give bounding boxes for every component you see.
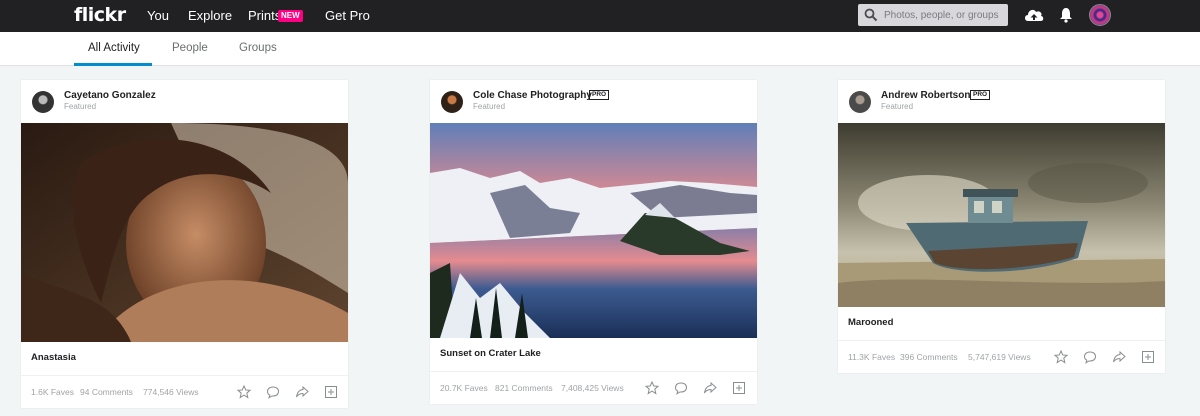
views-count: 5,747,619 Views [968,352,1031,362]
activity-card: Andrew Robertson PRO Featured Marooned 1… [838,80,1165,373]
activity-card: Cayetano Gonzalez Featured Anastasia 1.6… [21,80,348,408]
nav-link-prints[interactable]: Prints [248,8,281,23]
add-to-gallery-icon[interactable] [732,381,746,395]
card-header: Andrew Robertson PRO Featured [838,80,1165,123]
tab-all-activity[interactable]: All Activity [88,42,140,54]
nav-link-you[interactable]: You [147,8,169,23]
card-header: Cole Chase Photography PRO Featured [430,80,757,123]
tab-groups[interactable]: Groups [239,42,277,54]
active-tab-indicator [74,63,152,66]
share-icon[interactable] [1112,350,1126,364]
nav-link-explore[interactable]: Explore [188,8,232,23]
featured-label: Featured [473,102,506,111]
comment-icon[interactable] [1083,350,1097,364]
card-header: Cayetano Gonzalez Featured [21,80,348,123]
card-footer: 1.6K Faves 94 Comments 774,546 Views [21,375,348,408]
faves-count[interactable]: 20.7K Faves [440,383,488,393]
author-avatar[interactable] [441,91,463,113]
activity-subnav: All Activity People Groups [0,32,1200,66]
fave-star-icon[interactable] [645,381,659,395]
search-box[interactable] [858,4,1008,26]
pro-badge: PRO [589,90,610,100]
search-input[interactable] [884,7,1004,23]
author-name[interactable]: Andrew Robertson [881,90,970,101]
author-avatar[interactable] [32,91,54,113]
photo[interactable] [21,123,348,342]
faves-count[interactable]: 1.6K Faves [31,387,74,397]
photo-title[interactable]: Marooned [838,307,1165,340]
nav-link-get-pro[interactable]: Get Pro [325,8,370,23]
add-to-gallery-icon[interactable] [1141,350,1155,364]
fave-star-icon[interactable] [237,385,251,399]
comment-icon[interactable] [674,381,688,395]
comment-icon[interactable] [266,385,280,399]
comments-count[interactable]: 821 Comments [495,383,553,393]
share-icon[interactable] [295,385,309,399]
search-icon [864,8,878,22]
views-count: 774,546 Views [143,387,199,397]
faves-count[interactable]: 11.3K Faves [848,352,895,362]
views-count: 7,408,425 Views [561,383,624,393]
comments-count[interactable]: 94 Comments [80,387,133,397]
photo-image-crater-lake [430,123,757,338]
add-to-gallery-icon[interactable] [324,385,338,399]
tab-people[interactable]: People [172,42,208,54]
activity-card: Cole Chase Photography PRO Featured Suns… [430,80,757,404]
upload-cloud-icon[interactable] [1023,6,1045,24]
author-avatar[interactable] [849,91,871,113]
photo-image-portrait [21,123,348,342]
photo[interactable] [838,123,1165,307]
user-avatar[interactable] [1089,4,1111,26]
photo-image-boat [838,123,1165,307]
comments-count[interactable]: 396 Comments [900,352,958,362]
new-badge: NEW [278,10,303,22]
share-icon[interactable] [703,381,717,395]
pro-badge: PRO [970,90,991,100]
notifications-bell-icon[interactable] [1059,7,1073,23]
photo-title[interactable]: Sunset on Crater Lake [430,338,757,371]
top-navigation-bar: flickr You Explore Prints NEW Get Pro [0,0,1200,32]
author-name[interactable]: Cayetano Gonzalez [64,90,156,101]
photo-title[interactable]: Anastasia [21,342,348,375]
photo[interactable] [430,123,757,338]
featured-label: Featured [64,102,97,111]
card-footer: 11.3K Faves 396 Comments 5,747,619 Views [838,340,1165,373]
card-footer: 20.7K Faves 821 Comments 7,408,425 Views [430,371,757,404]
flickr-logo[interactable]: flickr [74,4,126,26]
featured-label: Featured [881,102,914,111]
author-name[interactable]: Cole Chase Photography [473,90,592,101]
fave-star-icon[interactable] [1054,350,1068,364]
